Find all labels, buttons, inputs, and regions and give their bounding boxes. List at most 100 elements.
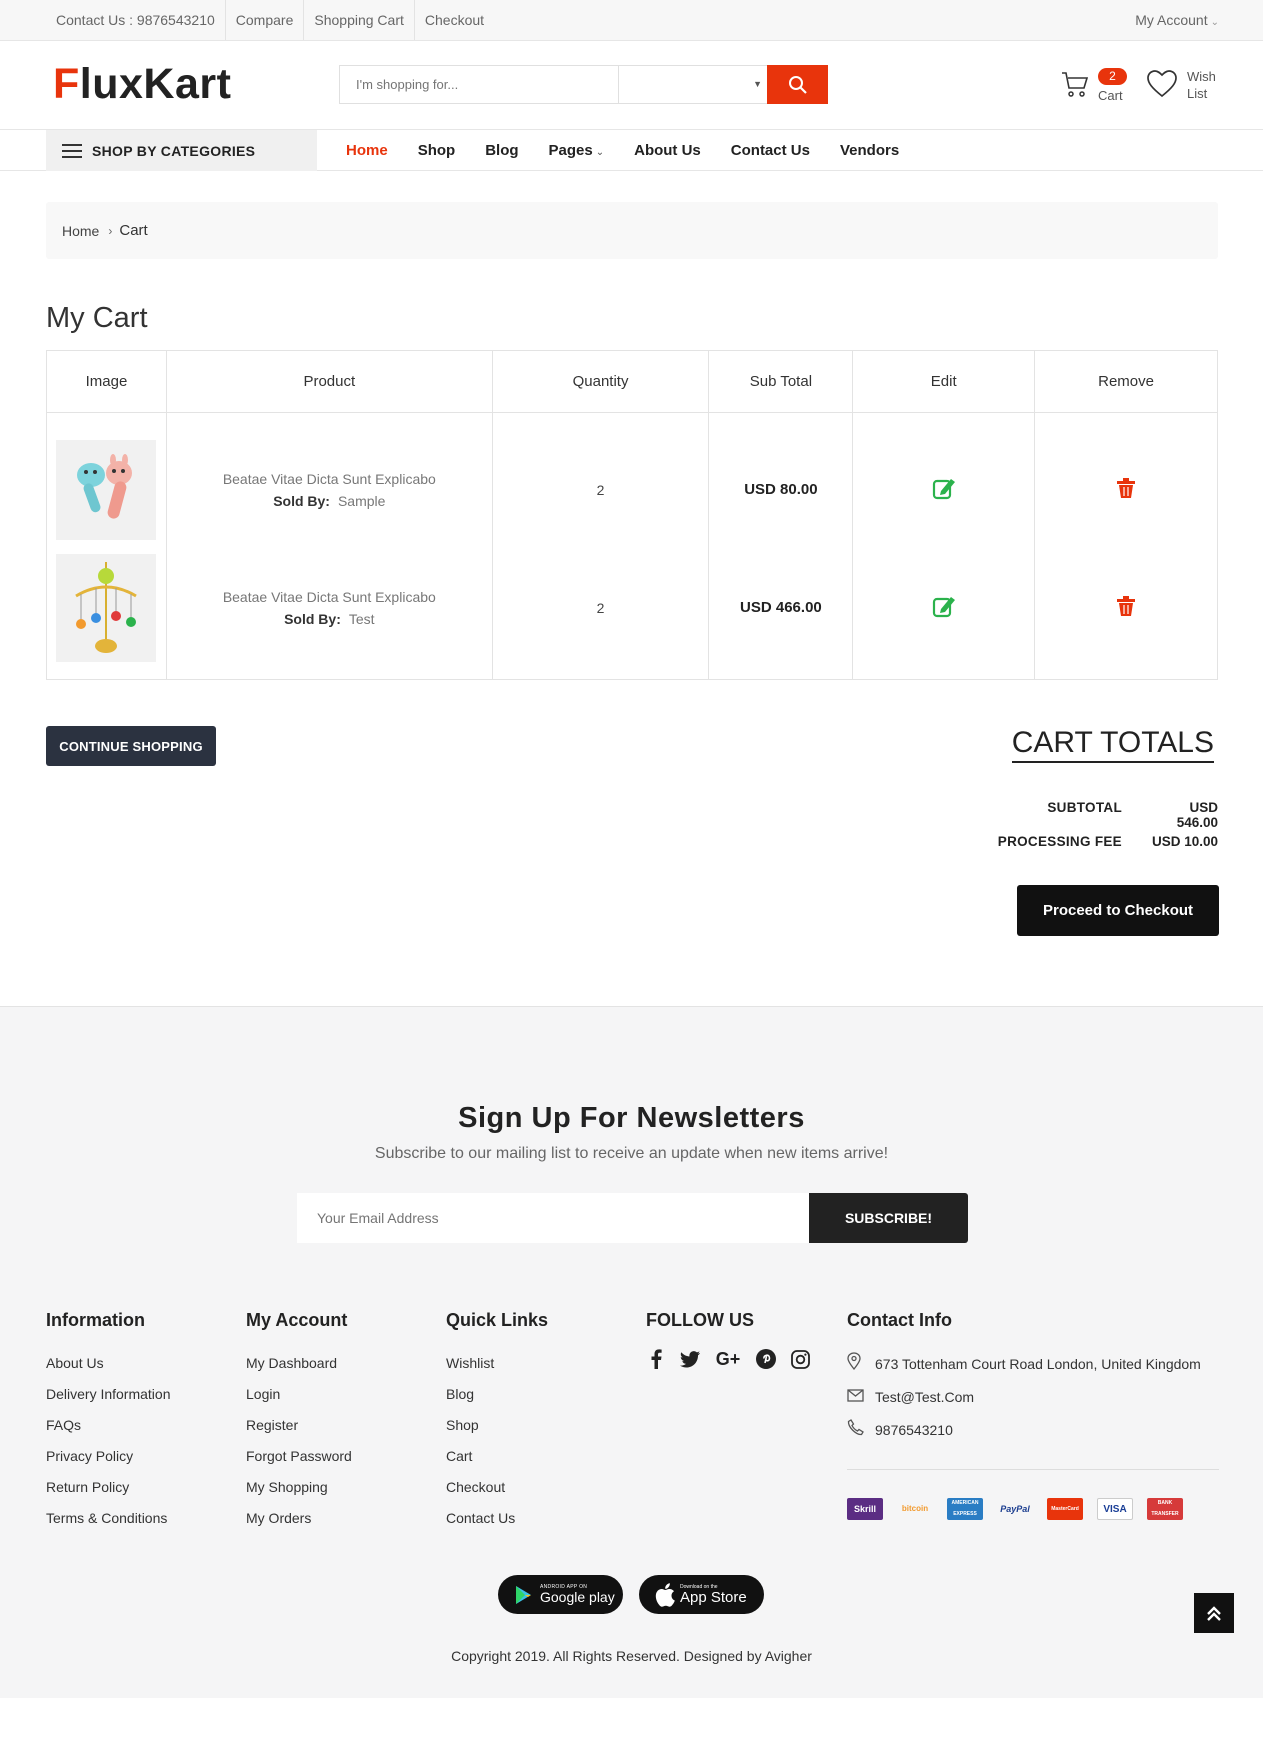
product-image[interactable]	[56, 553, 157, 662]
my-account-dropdown[interactable]: My Account ⌄	[1135, 0, 1219, 43]
col-header-image: Image	[46, 350, 167, 413]
quantity-cell: 2	[491, 550, 710, 680]
header-wishlist[interactable]: Wish List	[1145, 66, 1235, 106]
top-link-compare[interactable]: Compare	[226, 0, 305, 40]
col-header-product: Product	[165, 350, 493, 413]
footer-heading: My Account	[246, 1310, 348, 1330]
hamburger-icon	[62, 143, 82, 158]
bitcoin-logo: bitcoin	[901, 1504, 929, 1513]
nav-home[interactable]: Home	[331, 130, 403, 171]
table-header-row: Image Product Quantity Sub Total Edit Re…	[46, 350, 1218, 413]
edit-icon[interactable]	[931, 475, 957, 501]
footer-link-dashboard[interactable]: My Dashboard	[246, 1353, 352, 1384]
twitter-icon[interactable]	[680, 1349, 700, 1369]
footer-link-terms[interactable]: Terms & Conditions	[46, 1508, 171, 1539]
contact-email: Test@Test.Com	[847, 1380, 1201, 1413]
email-field[interactable]	[297, 1193, 809, 1243]
nav-about-us[interactable]: About Us	[619, 130, 716, 171]
back-to-top-button[interactable]	[1194, 1593, 1234, 1633]
mastercard-logo: MasterCard	[1047, 1498, 1083, 1520]
row-subtotal: USD 466.00	[740, 599, 822, 616]
shop-by-categories-button[interactable]: SHOP BY CATEGORIES	[46, 130, 317, 171]
cart-count-badge: 2	[1098, 68, 1127, 85]
nav-pages[interactable]: Pages ⌄	[534, 130, 620, 171]
nav-vendors[interactable]: Vendors	[825, 130, 914, 171]
footer-link-checkout[interactable]: Checkout	[446, 1477, 548, 1508]
proceed-to-checkout-button[interactable]: Proceed to Checkout	[1017, 885, 1219, 936]
breadcrumb-home[interactable]: Home	[62, 223, 99, 239]
nav-pages-label: Pages	[548, 142, 593, 159]
subscribe-button[interactable]: SUBSCRIBE!	[809, 1193, 968, 1243]
top-link-checkout[interactable]: Checkout	[415, 0, 494, 40]
sold-by: Sold By: Test	[167, 608, 492, 630]
footer: Sign Up For Newsletters Subscribe to our…	[0, 1006, 1263, 1698]
footer-link-blog[interactable]: Blog	[446, 1384, 548, 1415]
subtotal-value: USD 546.00	[1176, 800, 1218, 830]
contact-email-text[interactable]: Test@Test.Com	[875, 1387, 974, 1407]
cart-totals-title: CART TOTALS	[1011, 725, 1214, 763]
footer-link-my-shopping[interactable]: My Shopping	[246, 1477, 352, 1508]
category-select[interactable]: ▼	[618, 66, 768, 103]
footer-link-cart[interactable]: Cart	[446, 1446, 548, 1477]
footer-heading: Information	[46, 1310, 145, 1330]
footer-link-shop[interactable]: Shop	[446, 1415, 548, 1446]
footer-link-contact-us[interactable]: Contact Us	[446, 1508, 548, 1539]
seller-name: Sample	[337, 492, 386, 509]
header-cart[interactable]: 2 Cart	[1058, 66, 1128, 106]
subtotal-row: SUBTOTAL USD 546.00	[942, 800, 1218, 830]
nav-contact-us[interactable]: Contact Us	[716, 130, 825, 171]
continue-shopping-button[interactable]: CONTINUE SHOPPING	[46, 726, 216, 766]
footer-link-login[interactable]: Login	[246, 1384, 352, 1415]
cart-label: Cart	[1098, 88, 1123, 103]
pinterest-icon[interactable]	[756, 1349, 776, 1369]
my-account-label: My Account	[1135, 12, 1208, 28]
google-plus-icon[interactable]: G+	[714, 1349, 742, 1369]
footer-link-delivery[interactable]: Delivery Information	[46, 1384, 171, 1415]
edit-icon[interactable]	[931, 593, 957, 619]
footer-link-wishlist[interactable]: Wishlist	[446, 1353, 548, 1384]
footer-link-my-orders[interactable]: My Orders	[246, 1508, 352, 1539]
footer-link-register[interactable]: Register	[246, 1415, 352, 1446]
trash-icon[interactable]	[1114, 594, 1138, 618]
processing-fee-row: PROCESSING FEE USD 10.00	[942, 834, 1218, 849]
payment-divider	[847, 1469, 1219, 1470]
logo[interactable]: FluxKart	[53, 60, 231, 109]
contact-phone-text: 9876543210	[875, 1421, 953, 1438]
crib-mobile-toy-image	[75, 561, 138, 653]
footer-heading: Contact Info	[847, 1310, 952, 1330]
top-link-contact[interactable]: Contact Us : 9876543210	[46, 0, 226, 40]
facebook-icon[interactable]	[646, 1349, 666, 1369]
nav-shop[interactable]: Shop	[403, 130, 471, 171]
app-store-badge[interactable]: Download on the App Store	[639, 1575, 764, 1614]
categories-label: SHOP BY CATEGORIES	[92, 142, 256, 159]
app-store-text: App Store	[680, 1588, 747, 1606]
footer-link-privacy[interactable]: Privacy Policy	[46, 1446, 171, 1477]
footer-link-about-us[interactable]: About Us	[46, 1353, 171, 1384]
nav-blog[interactable]: Blog	[470, 130, 533, 171]
chevron-down-icon: ⌄	[1210, 17, 1219, 28]
search-icon	[788, 75, 807, 94]
footer-heading: Quick Links	[446, 1310, 549, 1330]
search-button[interactable]	[767, 65, 828, 104]
payment-methods: Skrill bitcoin AMERICAN EXPRESS PayPal M…	[847, 1498, 1183, 1520]
footer-link-forgot-password[interactable]: Forgot Password	[246, 1446, 352, 1477]
table-row: Beatae Vitae Dicta Sunt Explicabo Sold B…	[46, 412, 1218, 550]
instagram-icon[interactable]	[790, 1349, 810, 1369]
sold-by-label: Sold By:	[284, 610, 341, 627]
footer-link-faqs[interactable]: FAQs	[46, 1415, 171, 1446]
footer-link-return[interactable]: Return Policy	[46, 1477, 171, 1508]
search-input[interactable]	[340, 66, 618, 103]
google-play-badge[interactable]: ANDROID APP ON Google play	[498, 1575, 623, 1614]
chevron-right-icon: ›	[108, 223, 113, 238]
product-name[interactable]: Beatae Vitae Dicta Sunt Explicabo	[167, 586, 492, 608]
skrill-logo: Skrill	[847, 1498, 883, 1520]
cart-icon	[1062, 72, 1089, 97]
row-subtotal: USD 80.00	[744, 481, 818, 498]
select-arrow-icon: ▼	[753, 79, 762, 89]
newsletter-subtitle: Subscribe to our mailing list to receive…	[374, 1145, 889, 1162]
social-icons: G+	[646, 1349, 810, 1369]
trash-icon[interactable]	[1114, 476, 1138, 500]
product-image[interactable]	[56, 439, 157, 540]
top-link-shopping-cart[interactable]: Shopping Cart	[304, 0, 415, 40]
product-name[interactable]: Beatae Vitae Dicta Sunt Explicabo	[167, 468, 492, 490]
